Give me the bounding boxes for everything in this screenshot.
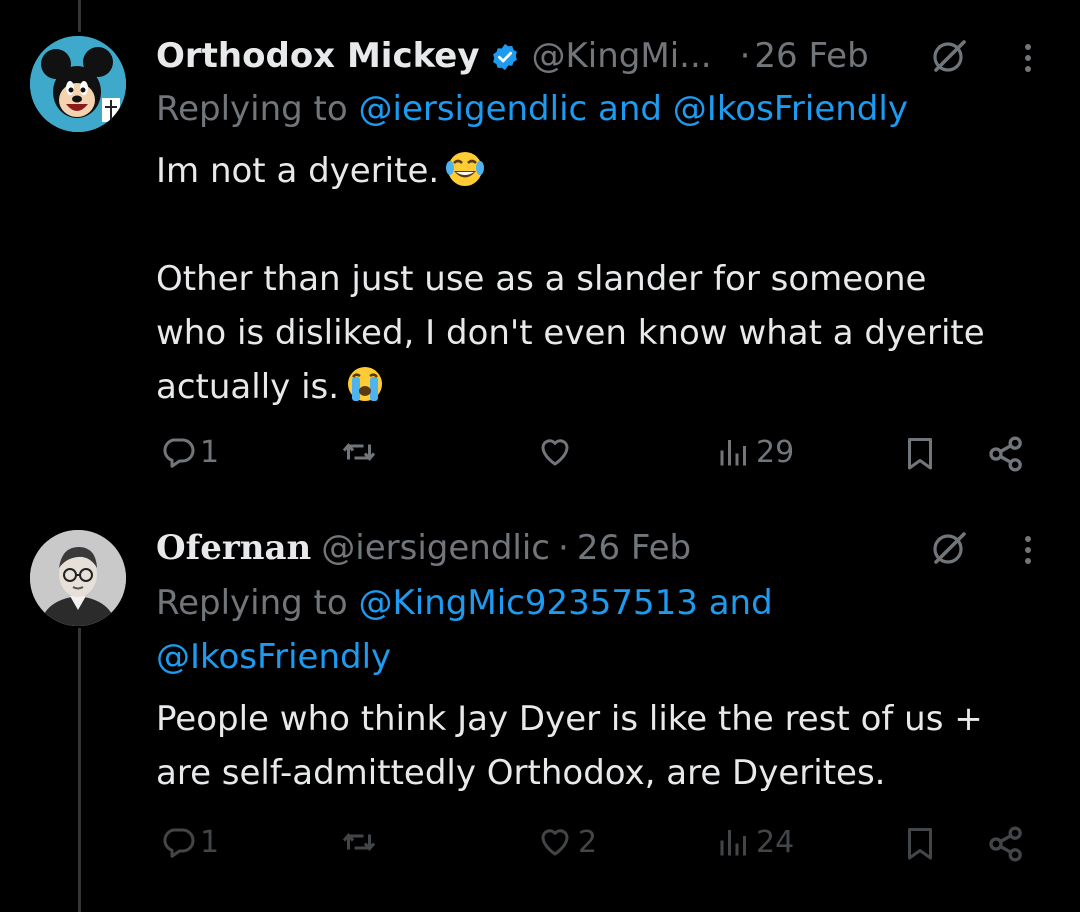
bookmark-button[interactable]	[902, 824, 938, 862]
author-handle[interactable]: @iersigendlic	[321, 528, 550, 568]
tweet-text: People who think Jay Dyer is like the re…	[156, 692, 1050, 800]
tweet[interactable]: Orthodox Mickey @KingMi... · 26 Feb Repl…	[0, 0, 1080, 500]
bookmark-icon	[908, 828, 932, 860]
share-button[interactable]	[986, 824, 1026, 864]
author-name[interactable]: Ofernan	[156, 528, 311, 568]
tweet-text-line: actually is.	[156, 367, 340, 407]
repost-icon	[342, 442, 376, 462]
replying-to-label: Replying to	[156, 583, 348, 623]
replying-to: Replying to @iersigendlic and @IkosFrien…	[156, 82, 1050, 136]
reply-button[interactable]: 1	[160, 434, 219, 470]
repost-button[interactable]	[340, 434, 382, 470]
tweet-text-line: Other than just use as a slander for som…	[156, 259, 927, 299]
tweet-text: Im not a dyerite. Other than just use as…	[156, 144, 1050, 414]
share-icon	[989, 826, 1022, 862]
avatar[interactable]	[30, 530, 126, 626]
more-options-icon[interactable]	[1022, 530, 1034, 570]
like-button[interactable]	[536, 434, 578, 470]
replying-to-label: Replying to	[156, 89, 348, 129]
action-bar: 1 2 24	[0, 824, 1080, 874]
mickey-avatar-icon	[30, 36, 126, 132]
reply-count: 1	[200, 434, 220, 470]
heart-icon	[541, 829, 569, 856]
grok-icon[interactable]	[930, 529, 968, 567]
reply-targets-link[interactable]: @IkosFriendly	[156, 630, 1050, 684]
reply-button[interactable]: 1	[160, 824, 219, 860]
reply-icon	[163, 828, 195, 858]
reply-targets-link[interactable]: @iersigendlic and @IkosFriendly	[359, 89, 908, 129]
tweet-date[interactable]: 26 Feb	[754, 36, 868, 76]
like-count: 2	[578, 824, 598, 860]
reply-count: 1	[200, 824, 220, 860]
separator-dot: ·	[739, 36, 751, 76]
face-with-tears-of-joy-icon	[445, 148, 485, 188]
tweet-line: Im not a dyerite.	[156, 144, 1050, 198]
tweet-header: Ofernan @iersigendlic · 26 Feb	[156, 524, 1080, 572]
avatar[interactable]	[30, 36, 126, 132]
view-count: 29	[756, 434, 795, 470]
tweet-text-line: Im not a dyerite.	[156, 151, 440, 191]
verified-badge-icon	[490, 41, 520, 71]
bookmark-icon	[908, 438, 932, 470]
author-name[interactable]: Orthodox Mickey	[156, 36, 480, 76]
view-count: 24	[756, 824, 795, 860]
tweet-text-line: who is disliked, I don't even know what …	[156, 313, 985, 353]
reply-icon	[163, 438, 195, 468]
reply-targets-link[interactable]: @KingMic92357513 and	[359, 583, 773, 623]
repost-button[interactable]	[340, 824, 382, 860]
views-button[interactable]: 24	[716, 824, 794, 860]
tweet-date[interactable]: 26 Feb	[577, 528, 691, 568]
tweet[interactable]: Ofernan @iersigendlic · 26 Feb Replying …	[0, 500, 1080, 912]
tweet-line: actually is.	[156, 360, 1050, 414]
grok-icon[interactable]	[930, 37, 968, 75]
loudly-crying-face-icon	[345, 364, 385, 404]
heart-icon	[541, 439, 569, 466]
tweet-text-line: People who think Jay Dyer is like the re…	[156, 699, 983, 739]
views-chart-icon	[720, 440, 746, 466]
separator-dot: ·	[558, 528, 569, 568]
views-button[interactable]: 29	[716, 434, 794, 470]
more-options-icon[interactable]	[1022, 38, 1034, 78]
like-button[interactable]: 2	[536, 824, 597, 860]
share-icon	[989, 436, 1022, 472]
tweet-header: Orthodox Mickey @KingMi... · 26 Feb	[156, 32, 1080, 80]
share-button[interactable]	[986, 434, 1026, 474]
author-handle[interactable]: @KingMi...	[532, 36, 712, 76]
action-bar: 1 29	[0, 434, 1080, 484]
tweet-text-line: are self-admittedly Orthodox, are Dyerit…	[156, 753, 886, 793]
bookmark-button[interactable]	[902, 434, 938, 472]
views-chart-icon	[720, 830, 746, 856]
replying-to: Replying to @KingMic92357513 and @IkosFr…	[156, 576, 1050, 684]
repost-icon	[342, 832, 376, 852]
portrait-avatar-icon	[30, 530, 126, 626]
